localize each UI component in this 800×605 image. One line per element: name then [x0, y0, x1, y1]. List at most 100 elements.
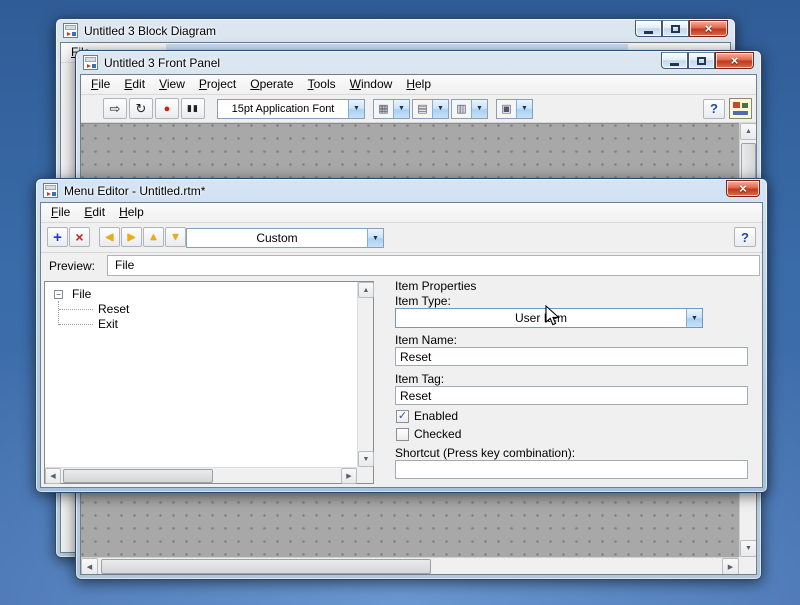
move-left-button[interactable]: ◀: [99, 227, 120, 247]
move-right-button[interactable]: ▶: [121, 227, 142, 247]
maximize-icon: [671, 25, 680, 33]
run-continuous-icon: ↻: [136, 101, 147, 117]
mouse-cursor: [545, 305, 567, 327]
reorder-icon: ▣: [497, 100, 516, 118]
horizontal-scrollbar[interactable]: ◀ ▶: [81, 557, 739, 574]
chevron-down-icon: ▼: [516, 100, 532, 118]
menu-operate[interactable]: Operate: [243, 75, 300, 94]
close-button[interactable]: ×: [726, 180, 760, 197]
menu-tools[interactable]: Tools: [301, 75, 343, 94]
enabled-checkbox-row: ✓ Enabled: [396, 409, 458, 423]
font-selector[interactable]: 15pt Application Font ▼: [217, 99, 365, 119]
checked-checkbox-row: Checked: [396, 427, 461, 441]
run-button[interactable]: ⇨: [103, 98, 127, 119]
scroll-down-icon: ▼: [363, 456, 370, 463]
delete-item-button[interactable]: ×: [69, 227, 90, 247]
item-type-label: Item Type:: [395, 294, 451, 308]
menu-preview-bar: File: [107, 255, 760, 276]
chevron-down-icon: ▼: [471, 100, 487, 118]
minimize-button[interactable]: [661, 52, 688, 69]
tree-item-file[interactable]: File: [72, 287, 91, 301]
add-item-button[interactable]: +: [47, 227, 68, 247]
menu-help[interactable]: Help: [399, 75, 438, 94]
tree-collapse-toggle[interactable]: −: [54, 290, 63, 299]
item-tag-label: Item Tag:: [395, 372, 444, 386]
context-help-icon[interactable]: [729, 98, 752, 119]
scroll-right-button[interactable]: ▶: [722, 558, 739, 575]
chevron-down-icon: ▼: [393, 100, 409, 118]
menu-project[interactable]: Project: [192, 75, 243, 94]
chevron-down-icon: ▼: [686, 309, 702, 327]
scroll-right-button[interactable]: ▶: [341, 468, 357, 484]
collapse-icon: −: [56, 290, 61, 299]
menu-editor-toolbar: + × ◀ ▶ ▲ ▼ Custom ▼ ?: [41, 223, 762, 253]
arrow-down-icon: ▼: [171, 232, 181, 243]
scroll-up-button[interactable]: ▲: [740, 123, 757, 140]
scroll-right-icon: ▶: [346, 472, 351, 480]
scrollbar-corner: [739, 557, 756, 574]
help-button[interactable]: ?: [703, 99, 725, 119]
minimize-icon: [670, 63, 679, 66]
desktop: Untitled 3 Block Diagram × File Untitled…: [0, 0, 800, 605]
menu-edit[interactable]: Edit: [77, 203, 112, 222]
scroll-down-button[interactable]: ▼: [740, 540, 757, 557]
labview-icon: [43, 183, 58, 198]
close-button[interactable]: ×: [715, 52, 754, 69]
menu-file[interactable]: File: [44, 203, 77, 222]
preview-label: Preview:: [49, 259, 95, 273]
scrollbar-corner: [357, 467, 373, 483]
item-name-field[interactable]: [395, 347, 748, 366]
maximize-button[interactable]: [688, 52, 715, 69]
distribute-objects-dropdown[interactable]: ▤ ▼: [412, 99, 449, 119]
scroll-down-button[interactable]: ▼: [358, 451, 374, 467]
close-button[interactable]: ×: [689, 20, 728, 37]
scroll-left-button[interactable]: ◀: [81, 558, 98, 575]
scroll-right-icon: ▶: [728, 563, 733, 571]
scroll-up-button[interactable]: ▲: [358, 282, 374, 298]
arrow-left-icon: ◀: [106, 232, 114, 243]
block-diagram-titlebar[interactable]: Untitled 3 Block Diagram: [56, 19, 735, 42]
menu-editor-titlebar[interactable]: Menu Editor - Untitled.rtm*: [36, 179, 767, 202]
menu-help[interactable]: Help: [112, 203, 151, 222]
abort-button[interactable]: ●: [155, 98, 179, 119]
tree-item-reset[interactable]: Reset: [98, 302, 129, 316]
front-panel-titlebar[interactable]: Untitled 3 Front Panel: [76, 51, 761, 74]
font-selector-value: 15pt Application Font: [218, 100, 348, 118]
shortcut-field[interactable]: [395, 460, 748, 479]
pause-button[interactable]: ▮▮: [181, 98, 205, 119]
arrow-right-icon: ▶: [128, 232, 136, 243]
menu-type-dropdown[interactable]: Custom ▼: [186, 228, 384, 248]
tree-vertical-scrollbar[interactable]: ▲ ▼: [357, 282, 373, 467]
menu-edit[interactable]: Edit: [117, 75, 152, 94]
help-button[interactable]: ?: [734, 227, 756, 247]
align-objects-dropdown[interactable]: ▦ ▼: [373, 99, 410, 119]
close-icon: ×: [705, 21, 713, 36]
abort-icon: ●: [164, 103, 171, 115]
move-up-button[interactable]: ▲: [143, 227, 164, 247]
run-continuous-button[interactable]: ↻: [129, 98, 153, 119]
resize-objects-dropdown[interactable]: ▥ ▼: [451, 99, 488, 119]
chevron-down-icon: ▼: [348, 100, 364, 118]
menu-view[interactable]: View: [152, 75, 192, 94]
reorder-dropdown[interactable]: ▣ ▼: [496, 99, 533, 119]
checked-checkbox[interactable]: [396, 428, 409, 441]
tree-horizontal-scrollbar[interactable]: ◀ ▶: [45, 467, 357, 483]
minimize-icon: [644, 31, 653, 34]
enabled-checkbox[interactable]: ✓: [396, 410, 409, 423]
move-down-button[interactable]: ▼: [165, 227, 186, 247]
caption-buttons: ×: [726, 180, 760, 197]
scroll-thumb[interactable]: [63, 469, 213, 483]
preview-menu-file[interactable]: File: [108, 256, 141, 275]
item-tag-field[interactable]: [395, 386, 748, 405]
scroll-thumb[interactable]: [101, 559, 431, 574]
maximize-button[interactable]: [662, 20, 689, 37]
run-icon: ⇨: [110, 101, 121, 117]
minimize-button[interactable]: [635, 20, 662, 37]
menu-file[interactable]: File: [84, 75, 117, 94]
tree-item-exit[interactable]: Exit: [98, 317, 118, 331]
delete-icon: ×: [75, 229, 83, 245]
close-icon: ×: [739, 181, 747, 196]
add-icon: +: [53, 229, 62, 246]
menu-window[interactable]: Window: [343, 75, 400, 94]
scroll-left-button[interactable]: ◀: [45, 468, 61, 484]
